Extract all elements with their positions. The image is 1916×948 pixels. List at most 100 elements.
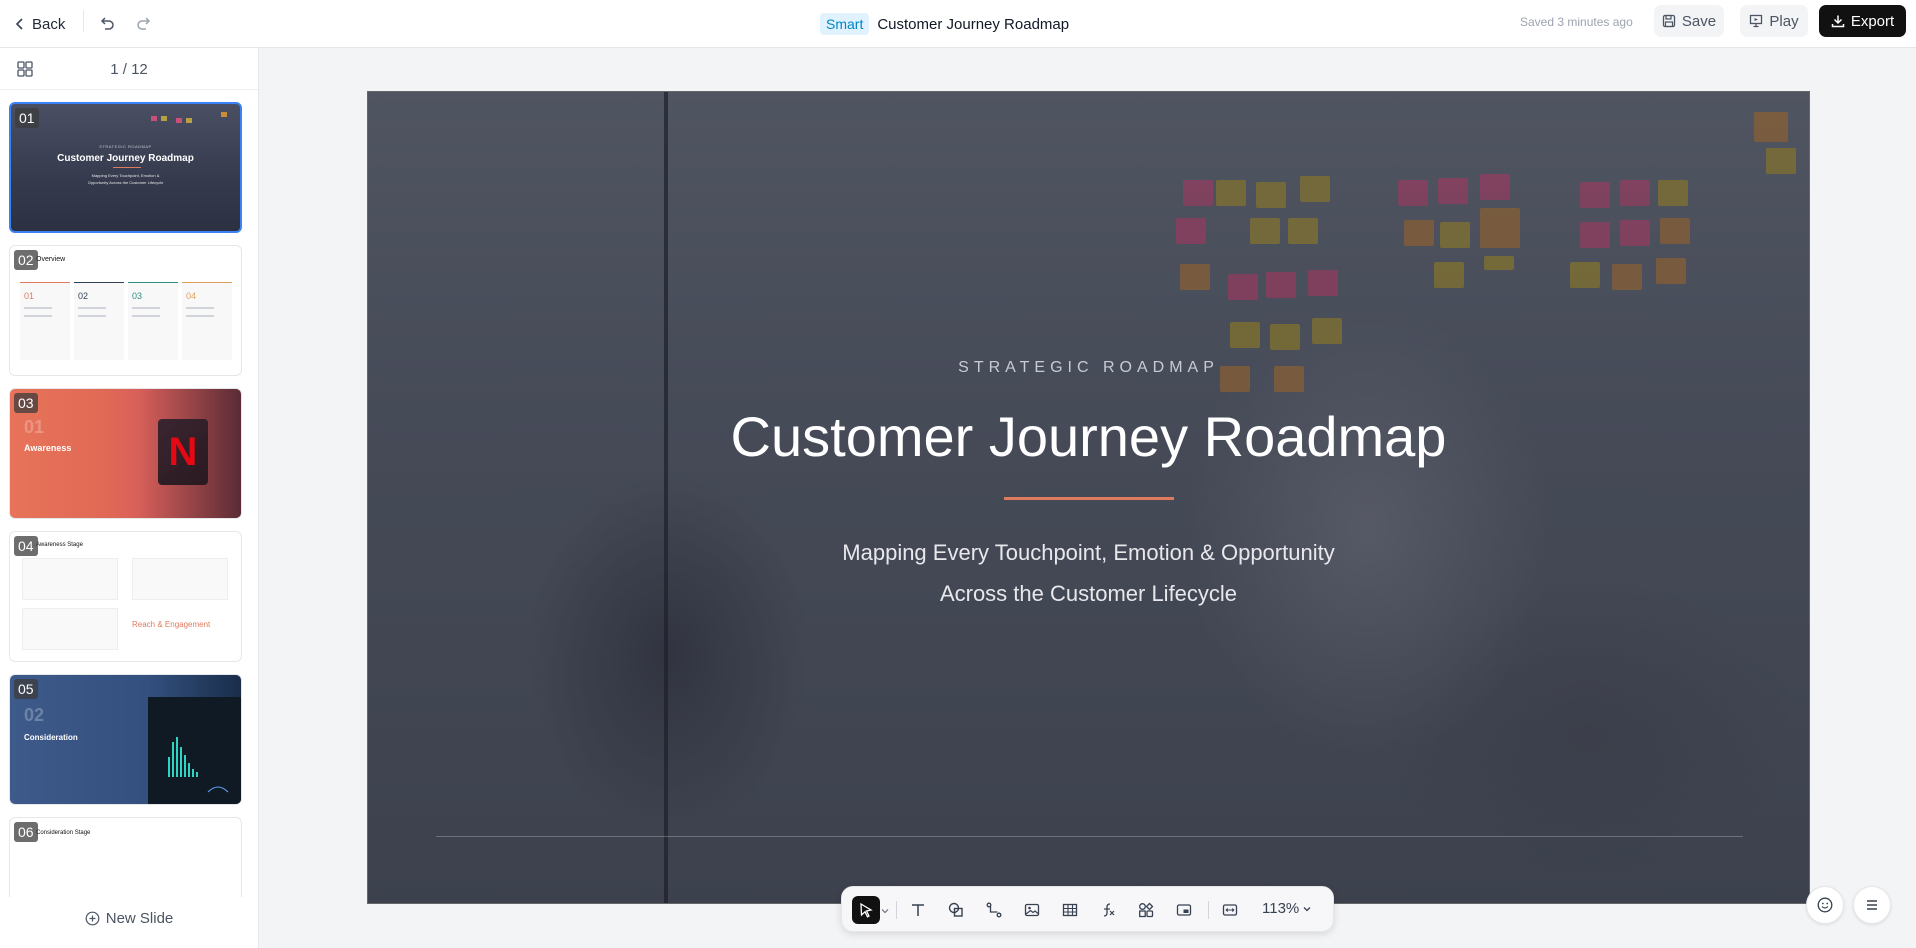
redo-button[interactable]: [131, 10, 157, 36]
save-button[interactable]: Save: [1654, 5, 1724, 37]
new-slide-button[interactable]: New Slide: [0, 910, 258, 927]
sticky-note: [151, 116, 157, 121]
slide-eyebrow[interactable]: STRATEGIC ROADMAP: [368, 359, 1809, 377]
redo-icon: [137, 17, 151, 30]
slide-number: 06: [14, 822, 38, 842]
back-button[interactable]: Back: [14, 10, 65, 38]
thumb-column: 01: [20, 282, 70, 360]
document-title-area: Smart Customer Journey Roadmap: [820, 11, 1069, 37]
thumb-accent-line: [113, 167, 141, 168]
image-icon: [1024, 903, 1040, 917]
divider: [1208, 901, 1209, 919]
export-button[interactable]: Export: [1819, 5, 1906, 37]
text-icon: [912, 904, 924, 916]
zoom-dropdown[interactable]: 113%: [1262, 900, 1312, 917]
thumb-title: Awareness Stage: [36, 542, 83, 548]
slide-thumbnail-2[interactable]: 02 Overview 01 02 03 04: [9, 245, 242, 376]
download-icon: [1831, 15, 1845, 28]
formula-icon: [1103, 903, 1115, 917]
document-title[interactable]: Customer Journey Roadmap: [877, 16, 1069, 33]
connector-tool[interactable]: [980, 896, 1008, 924]
slide-canvas[interactable]: STRATEGIC ROADMAP Customer Journey Roadm…: [367, 91, 1810, 904]
slide-thumbnail-5[interactable]: 05 02 Consideration: [9, 674, 242, 805]
thumb-box: [22, 558, 118, 600]
slide-thumbnail-3[interactable]: 03 01 Awareness N: [9, 388, 242, 519]
thumb-title: Overview: [36, 256, 66, 263]
export-label: Export: [1850, 12, 1895, 30]
sidebar-header: 1 / 12: [0, 48, 258, 90]
divider: [83, 10, 84, 32]
components-tool[interactable]: [1132, 896, 1160, 924]
connector-icon: [986, 902, 1002, 918]
thumb-title: Awareness: [24, 443, 72, 453]
play-button[interactable]: Play: [1740, 5, 1808, 37]
chevron-down-icon: [1303, 906, 1311, 911]
netflix-logo-image: N: [158, 419, 208, 485]
thumb-title: Consideration: [24, 733, 78, 742]
thumb-box: [132, 558, 228, 600]
sticky-note: [176, 118, 182, 123]
slide-title[interactable]: Customer Journey Roadmap: [368, 404, 1809, 469]
play-label: Play: [1769, 12, 1799, 30]
table-icon: [1062, 903, 1078, 917]
editor-toolbar: 113%: [841, 886, 1334, 932]
save-label: Save: [1681, 12, 1717, 30]
slide-thumbnail-1[interactable]: 01 STRATEGIC ROADMAP Customer Journey Ro…: [9, 102, 242, 233]
shape-icon: [948, 902, 963, 917]
shape-tool[interactable]: [942, 896, 970, 924]
thumb-column: 03: [128, 282, 178, 360]
text-tool[interactable]: [904, 896, 932, 924]
menu-button[interactable]: [1853, 886, 1891, 924]
slide-subtitle[interactable]: Mapping Every Touchpoint, Emotion & Oppo…: [368, 532, 1809, 614]
slide-number: 04: [14, 536, 38, 556]
formula-tool[interactable]: [1094, 896, 1122, 924]
bottom-divider: [436, 836, 1743, 837]
slide-thumbnail-4[interactable]: 04 Awareness Stage Reach & Engagement: [9, 531, 242, 662]
thumb-column: 04: [182, 282, 232, 360]
cursor-icon: [860, 902, 873, 918]
components-icon: [1139, 902, 1154, 918]
undo-button[interactable]: [94, 10, 120, 36]
media-icon: [1176, 904, 1192, 916]
thumb-title: Consideration Stage: [36, 830, 91, 836]
thumb-column: 02: [74, 282, 124, 360]
thumb-highlight: Reach & Engagement: [132, 620, 211, 629]
slide-number: 02: [14, 250, 38, 270]
smart-badge: Smart: [820, 13, 870, 35]
presentation-icon: [1750, 14, 1763, 28]
plus-circle-icon: [85, 911, 100, 926]
slide-number: 05: [14, 679, 38, 699]
thumb-subtitle: Mapping Every Touchpoint, Emotion & Oppo…: [87, 173, 164, 185]
thumb-box: [22, 608, 118, 650]
slide-number: 03: [14, 393, 38, 413]
thumb-eyebrow: STRATEGIC ROADMAP: [99, 144, 152, 149]
thumb-title: Customer Journey Roadmap: [57, 153, 194, 164]
zoom-level: 113%: [1262, 900, 1300, 917]
sticky-note: [186, 118, 192, 123]
subtitle-line-2: Across the Customer Lifecycle: [939, 581, 1238, 606]
save-icon: [1662, 14, 1676, 28]
fit-screen-icon: [1222, 904, 1238, 916]
undo-icon: [100, 17, 114, 30]
smiley-icon: [1817, 897, 1833, 913]
analytics-screen-image: [148, 697, 241, 804]
top-bar: Back Smart Customer Journey Roadmap Save…: [0, 0, 1916, 48]
back-label: Back: [32, 15, 66, 33]
saved-status: Saved 3 minutes ago: [1520, 15, 1633, 29]
table-tool[interactable]: [1056, 896, 1084, 924]
page-count: 1 / 12: [110, 61, 148, 78]
media-tool[interactable]: [1170, 896, 1198, 924]
select-tool[interactable]: [852, 896, 880, 924]
fit-tool[interactable]: [1216, 896, 1244, 924]
feedback-button[interactable]: [1806, 886, 1844, 924]
chevron-down-icon[interactable]: [881, 907, 889, 915]
slide-thumbnail-6[interactable]: 06 Consideration Stage: [9, 817, 242, 897]
thumb-stage-number: 02: [24, 705, 45, 725]
image-tool[interactable]: [1018, 896, 1046, 924]
slide-number: 01: [15, 108, 39, 128]
sticky-note: [161, 116, 167, 121]
sticky-note: [221, 112, 227, 117]
thumb-stage-number: 01: [24, 417, 45, 437]
chevron-left-icon: [15, 18, 23, 30]
subtitle-line-1: Mapping Every Touchpoint, Emotion & Oppo…: [842, 540, 1335, 565]
